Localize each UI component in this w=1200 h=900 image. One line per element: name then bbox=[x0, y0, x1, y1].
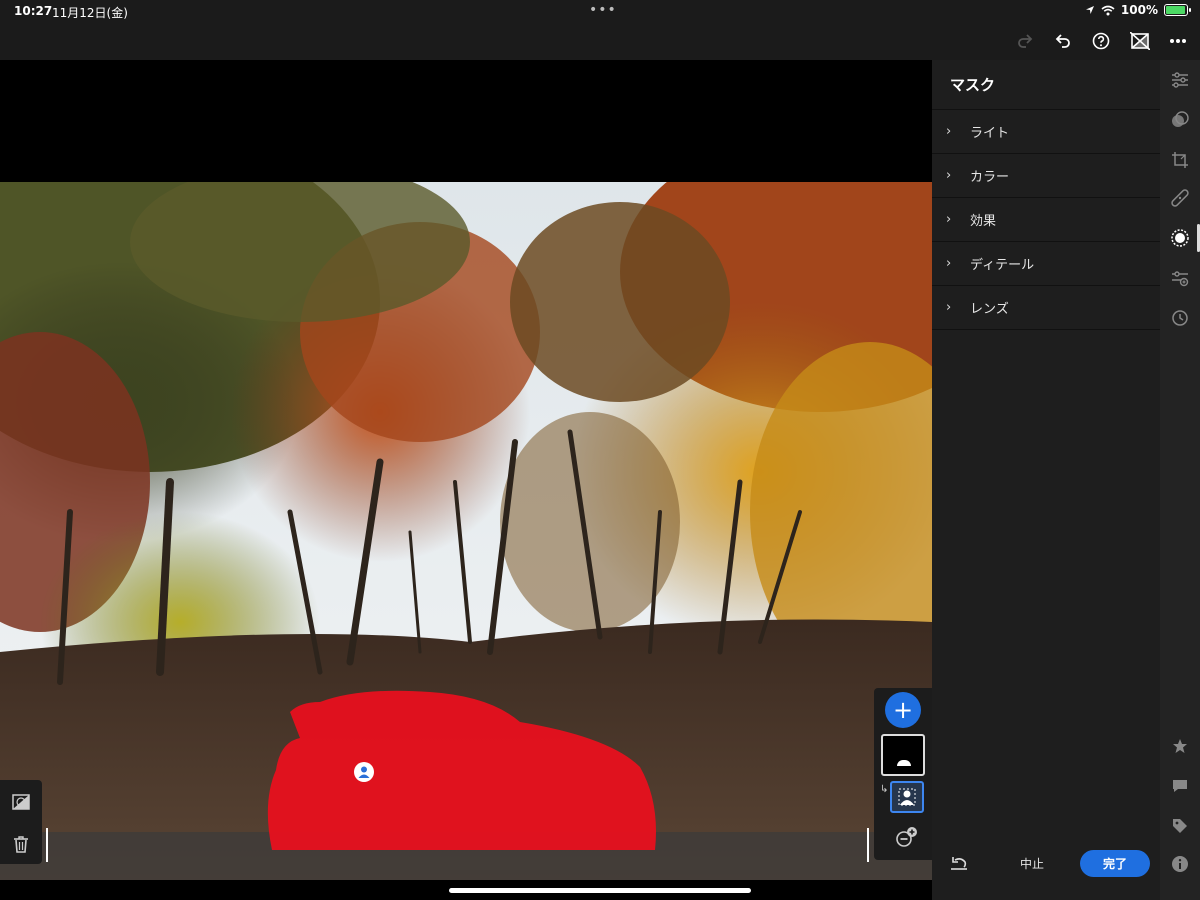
panel-item-effects[interactable]: › 効果 bbox=[932, 198, 1160, 242]
chevron-right-icon: › bbox=[946, 212, 952, 227]
panel-item-label: ディテール bbox=[970, 258, 1035, 273]
status-right: 100% bbox=[1085, 3, 1191, 17]
crop-icon[interactable] bbox=[1170, 150, 1190, 170]
done-button[interactable]: 完了 bbox=[1080, 850, 1150, 877]
reset-icon[interactable] bbox=[950, 855, 968, 874]
left-tool-stack bbox=[0, 780, 42, 864]
status-time: 10:27 bbox=[14, 4, 53, 18]
panel-item-lens[interactable]: › レンズ bbox=[932, 286, 1160, 330]
add-mask-label: + bbox=[892, 696, 914, 724]
history-icon[interactable] bbox=[1170, 308, 1190, 328]
home-indicator[interactable] bbox=[449, 888, 751, 893]
photo-canvas[interactable] bbox=[0, 60, 932, 900]
panel-item-label: カラー bbox=[970, 170, 1010, 185]
panel-item-color[interactable]: › カラー bbox=[932, 154, 1160, 198]
more-icon[interactable] bbox=[1167, 30, 1189, 52]
panel-item-label: ライト bbox=[970, 126, 1010, 141]
tool-rail bbox=[1160, 60, 1200, 900]
subtract-mask-icon[interactable] bbox=[894, 824, 920, 850]
panel-actions: 中止 完了 bbox=[932, 850, 1160, 878]
panel-item-light[interactable]: › ライト bbox=[932, 110, 1160, 154]
invert-mask-icon[interactable] bbox=[11, 792, 31, 812]
redo-icon[interactable] bbox=[1014, 30, 1036, 52]
chevron-right-icon: › bbox=[946, 168, 952, 183]
submask-arrow-icon: ↳ bbox=[880, 784, 889, 795]
mask-stack: + ↳ bbox=[874, 688, 932, 860]
versions-icon[interactable] bbox=[1170, 268, 1190, 288]
chevron-right-icon: › bbox=[946, 256, 952, 271]
battery-percent: 100% bbox=[1120, 3, 1158, 17]
add-mask-button[interactable]: + bbox=[885, 692, 921, 728]
status-date: 11月12日(金) bbox=[52, 6, 128, 20]
status-bar: 10:27 11月12日(金) ••• 100% bbox=[0, 0, 1200, 22]
battery-fill bbox=[1166, 6, 1185, 14]
subject-submask-thumbnail[interactable] bbox=[890, 781, 924, 813]
tag-icon[interactable] bbox=[1170, 816, 1190, 836]
forest-photo bbox=[0, 182, 932, 880]
masking-icon[interactable] bbox=[1170, 228, 1190, 248]
info-icon[interactable] bbox=[1170, 854, 1190, 874]
compare-icon[interactable] bbox=[1129, 30, 1151, 52]
chevron-right-icon: › bbox=[946, 124, 952, 139]
filmstrip-left-marker bbox=[46, 828, 48, 862]
mask-pin-icon[interactable] bbox=[354, 762, 374, 782]
comment-icon[interactable] bbox=[1170, 776, 1190, 796]
chevron-right-icon: › bbox=[946, 300, 952, 315]
star-icon[interactable] bbox=[1170, 736, 1190, 756]
healing-icon[interactable] bbox=[1170, 188, 1190, 208]
wifi-icon bbox=[1101, 5, 1115, 15]
filmstrip-right-marker bbox=[867, 828, 869, 862]
mask-panel: マスク › ライト › カラー › 効果 › ディテール › レンズ 中止 完了 bbox=[932, 60, 1160, 900]
photo-image[interactable] bbox=[0, 182, 932, 880]
panel-item-label: 効果 bbox=[970, 214, 997, 229]
trash-icon[interactable] bbox=[11, 834, 31, 854]
location-icon bbox=[1085, 6, 1094, 14]
help-icon[interactable] bbox=[1090, 30, 1112, 52]
sliders-icon[interactable] bbox=[1170, 70, 1190, 90]
panel-item-label: レンズ bbox=[970, 302, 1009, 317]
top-toolbar bbox=[0, 22, 1200, 60]
cancel-button[interactable]: 中止 bbox=[1020, 855, 1044, 872]
subject-icon bbox=[898, 788, 916, 806]
panel-item-detail[interactable]: › ディテール bbox=[932, 242, 1160, 286]
mask-thumbnail[interactable] bbox=[881, 734, 925, 776]
multitasking-dots[interactable]: ••• bbox=[589, 2, 617, 18]
battery-icon bbox=[1164, 4, 1191, 16]
panel-title: マスク bbox=[932, 60, 1160, 110]
presets-icon[interactable] bbox=[1170, 110, 1190, 130]
undo-icon[interactable] bbox=[1052, 30, 1074, 52]
